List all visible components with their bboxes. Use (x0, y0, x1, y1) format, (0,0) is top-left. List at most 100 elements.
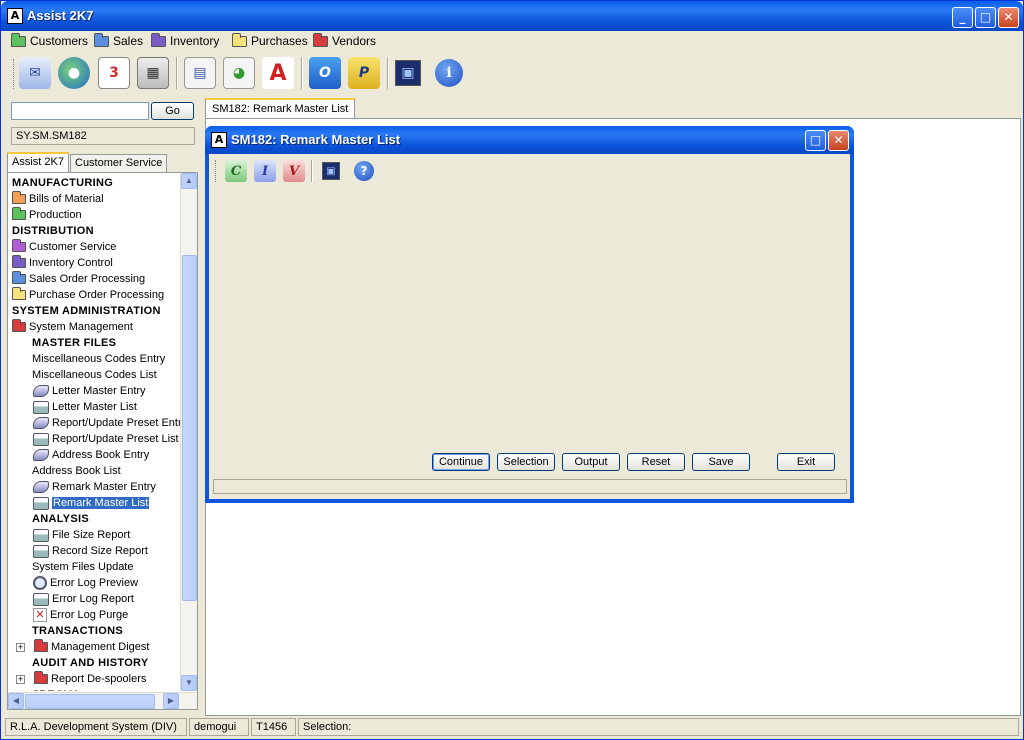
inquiry-icon[interactable]: I (254, 160, 276, 182)
continue-button[interactable]: Continue (432, 453, 490, 471)
tree-item[interactable]: Address Book List (32, 463, 121, 479)
scroll-down-icon[interactable]: ▼ (181, 675, 197, 691)
title-bar[interactable]: A Assist 2K7 _ □ ✕ (1, 1, 1023, 31)
tree-item[interactable]: Remark Master List (33, 495, 151, 511)
globe-icon[interactable]: ● (58, 57, 90, 89)
tree-item-label: Record Size Report (52, 545, 148, 557)
tree-item[interactable]: File Size Report (33, 527, 130, 543)
mail-icon[interactable]: ✉ (19, 57, 51, 89)
tree-item[interactable]: Purchase Order Processing (12, 287, 164, 303)
pencil-entry-icon (33, 449, 49, 461)
scroll-left-icon[interactable]: ◀ (8, 693, 24, 709)
output-button[interactable]: Output (562, 453, 620, 471)
navigation-panel: Go SY.SM.SM182 Assist 2K7 Customer Servi… (5, 96, 203, 716)
maximize-button[interactable]: □ (805, 130, 826, 151)
tree-item[interactable]: + Report De-spoolers (16, 671, 146, 687)
tree-item[interactable]: Miscellaneous Codes Entry (32, 351, 165, 367)
scroll-thumb[interactable] (182, 255, 197, 601)
tree-item[interactable]: Sales Order Processing (12, 271, 145, 287)
close-button[interactable]: ✕ (998, 7, 1019, 28)
folder-red-icon (313, 32, 328, 47)
notepad-icon[interactable]: ▤ (184, 57, 216, 89)
calculator-icon[interactable]: ▦ (137, 57, 169, 89)
exit-button[interactable]: Exit (777, 453, 835, 471)
tree-section-header: SYSTEM ADMINISTRATION (12, 303, 161, 319)
selection-button[interactable]: Selection (497, 453, 555, 471)
tree-item-label: Purchase Order Processing (29, 289, 165, 301)
tab-customer-service[interactable]: Customer Service (70, 154, 168, 172)
picture-icon[interactable]: ▣ (322, 162, 340, 180)
continue-icon[interactable]: C (225, 160, 247, 182)
search-input[interactable] (11, 102, 149, 120)
report-chart-icon[interactable]: ◕ (223, 57, 255, 89)
tree-item[interactable]: Error Log Report (33, 591, 134, 607)
tree-item-label: Report De-spoolers (51, 673, 147, 685)
tree-item[interactable]: Error Log Preview (33, 575, 138, 591)
printer-icon (33, 592, 49, 606)
folder-icon (12, 207, 26, 220)
folder-icon (12, 319, 26, 332)
horizontal-scrollbar[interactable]: ◀ ▶ (8, 692, 197, 709)
folder-blue-icon (94, 32, 109, 47)
picture-icon[interactable]: ▣ (395, 60, 421, 86)
pencil-entry-icon (33, 385, 49, 397)
tree-item[interactable]: System Files Update (32, 559, 133, 575)
tree-item[interactable]: Remark Master Entry (33, 479, 156, 495)
menu-label: Sales (113, 34, 144, 48)
menu-inventory[interactable]: Inventory (151, 32, 219, 50)
scroll-up-icon[interactable]: ▲ (181, 173, 197, 189)
tree-item[interactable]: Report/Update Preset Entr (33, 415, 182, 431)
tab-assist-2k7[interactable]: Assist 2K7 (7, 152, 69, 172)
tree-item[interactable]: Address Book Entry (33, 447, 149, 463)
tree-item[interactable]: Inventory Control (12, 255, 113, 271)
folder-icon (12, 287, 26, 300)
tree-item[interactable]: Letter Master List (33, 399, 137, 415)
tab-remark-master-list[interactable]: SM182: Remark Master List (205, 98, 356, 118)
publisher-icon[interactable]: P (348, 57, 380, 89)
tree-section-header: ANALYSIS (32, 511, 89, 527)
printer-icon (33, 496, 49, 510)
menu-customers[interactable]: Customers (11, 32, 88, 50)
dialog-title-bar[interactable]: A SM182: Remark Master List □ ✕ (205, 126, 854, 154)
acrobat-icon[interactable]: A (262, 57, 294, 89)
outlook-icon[interactable]: O (309, 57, 341, 89)
toolbar-gripper[interactable] (215, 160, 218, 182)
save-button[interactable]: Save (692, 453, 750, 471)
info-icon[interactable]: i (435, 59, 463, 87)
tree-item[interactable]: + Management Digest (16, 639, 149, 655)
tree-item-label: Address Book Entry (52, 449, 150, 461)
tree-item[interactable]: Miscellaneous Codes List (32, 367, 157, 383)
tree-item[interactable]: Record Size Report (33, 543, 148, 559)
menu-vendors[interactable]: Vendors (313, 32, 376, 50)
folder-green-icon (11, 32, 26, 47)
remark-master-list-dialog: A SM182: Remark Master List □ ✕ C I V ▣ … (205, 126, 854, 503)
maximize-button[interactable]: □ (975, 7, 996, 28)
tree-item[interactable]: Production (12, 207, 82, 223)
close-button[interactable]: ✕ (828, 130, 849, 151)
menu-purchases[interactable]: Purchases (232, 32, 308, 50)
tree-item[interactable]: Bills of Material (12, 191, 104, 207)
tree-section-header: AUDIT AND HISTORY (32, 655, 149, 671)
scroll-right-icon[interactable]: ▶ (163, 693, 179, 709)
go-button[interactable]: Go (151, 102, 194, 120)
tree-item[interactable]: Letter Master Entry (33, 383, 146, 399)
toolbar-gripper[interactable] (13, 59, 16, 89)
tree-item[interactable]: ✕ Error Log Purge (33, 607, 128, 623)
folder-icon (12, 239, 26, 252)
tree-item[interactable]: Report/Update Preset List (33, 431, 179, 447)
help-icon[interactable]: ? (354, 161, 374, 181)
view-icon[interactable]: V (283, 160, 305, 182)
reset-button[interactable]: Reset (627, 453, 685, 471)
vertical-scrollbar[interactable]: ▲ ▼ (180, 173, 197, 691)
menu-tree-panel: MANUFACTURING Bills of Material Production… (7, 172, 198, 710)
tree-item-label: TRANSACTIONS (32, 625, 123, 637)
menu-sales[interactable]: Sales (94, 32, 143, 50)
scroll-thumb[interactable] (25, 694, 155, 709)
expand-icon[interactable]: + (16, 642, 25, 652)
tree-item[interactable]: System Management (12, 319, 133, 335)
expand-icon[interactable]: + (16, 674, 25, 684)
tree-item[interactable]: Customer Service (12, 239, 116, 255)
calendar-icon[interactable]: 3 (98, 57, 130, 89)
menu-tree: MANUFACTURING Bills of Material Production… (8, 175, 182, 691)
minimize-button[interactable]: _ (952, 7, 973, 28)
